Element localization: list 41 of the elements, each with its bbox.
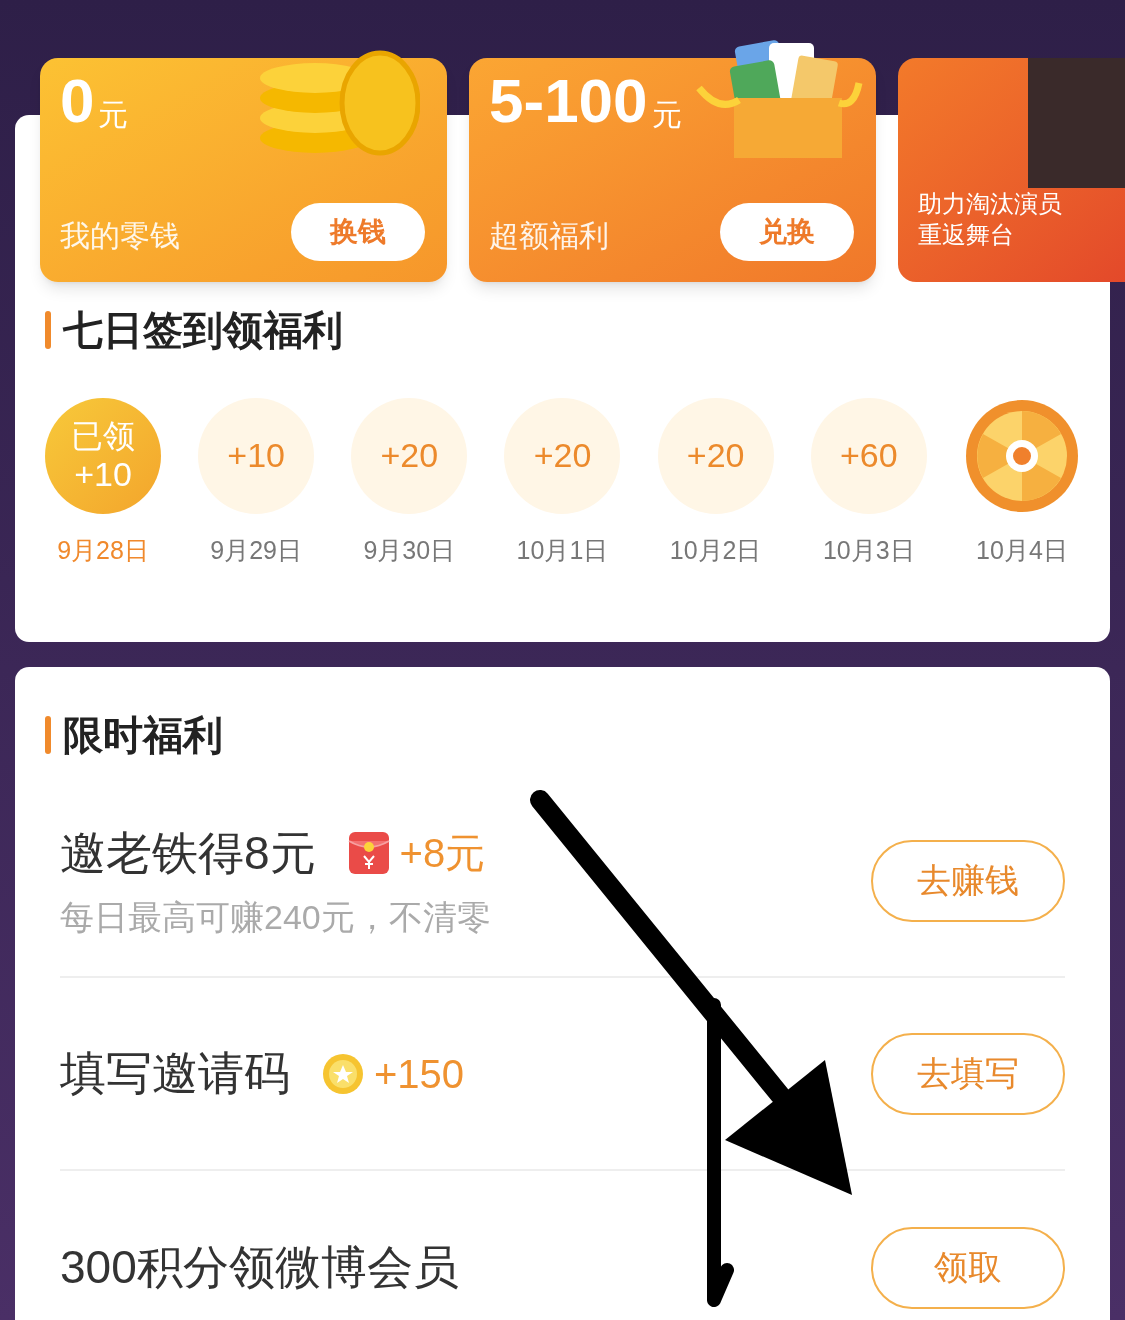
promo-text: 重返舞台 xyxy=(918,220,1015,251)
card-label: 我的零钱 xyxy=(60,218,180,254)
section-title: 七日签到领福利 xyxy=(63,307,343,354)
currency-unit: 元 xyxy=(98,100,129,130)
date-label: 10月3日 xyxy=(822,535,915,566)
task-description: 每日最高可赚240元，不清零 xyxy=(60,896,491,938)
exchange-button[interactable]: 换钱 xyxy=(291,203,425,261)
claimed-label: 已领 xyxy=(71,418,135,455)
points-value: +10 xyxy=(74,454,132,494)
amount-value: 5-100 xyxy=(489,70,648,132)
points-value: +10 xyxy=(227,436,285,476)
points-value: +60 xyxy=(839,436,898,476)
points-value: +20 xyxy=(686,436,745,476)
date-label: 10月4日 xyxy=(976,535,1068,566)
task-title: 300积分领微博会员 xyxy=(60,1240,459,1295)
star-coin-icon xyxy=(322,1052,364,1095)
accent-bar xyxy=(45,311,51,349)
task-title: 邀老铁得8元 xyxy=(60,825,316,881)
reward-amount: +8元 xyxy=(399,830,486,877)
accent-bar xyxy=(45,716,51,754)
exchange-button[interactable]: 兑换 xyxy=(720,203,854,261)
section-title: 限时福利 xyxy=(63,712,223,759)
task-button[interactable]: 去填写 xyxy=(871,1032,1065,1115)
date-label: 10月1日 xyxy=(516,535,609,566)
reward-amount: +150 xyxy=(374,1050,465,1098)
points-value: +20 xyxy=(533,436,592,476)
points-value: +20 xyxy=(380,436,439,476)
card-label: 超额福利 xyxy=(489,218,609,254)
money-envelope-icon xyxy=(347,831,390,875)
task-button[interactable]: 去赚钱 xyxy=(871,839,1065,922)
task-button[interactable]: 领取 xyxy=(871,1226,1065,1309)
promo-text: 助力淘汰演员 xyxy=(918,189,1062,219)
date-label: 9月29日 xyxy=(210,535,302,566)
date-label: 9月30日 xyxy=(363,535,456,566)
task-title: 填写邀请码 xyxy=(60,1046,290,1101)
prize-wheel-icon[interactable] xyxy=(963,398,1080,514)
currency-unit: 元 xyxy=(651,100,682,130)
date-label: 9月28日 xyxy=(57,535,149,566)
promo-banner[interactable]: 助力淘汰演员 重返舞台 xyxy=(898,58,1125,282)
date-label: 10月2日 xyxy=(669,535,762,566)
amount-value: 0 xyxy=(60,70,95,132)
